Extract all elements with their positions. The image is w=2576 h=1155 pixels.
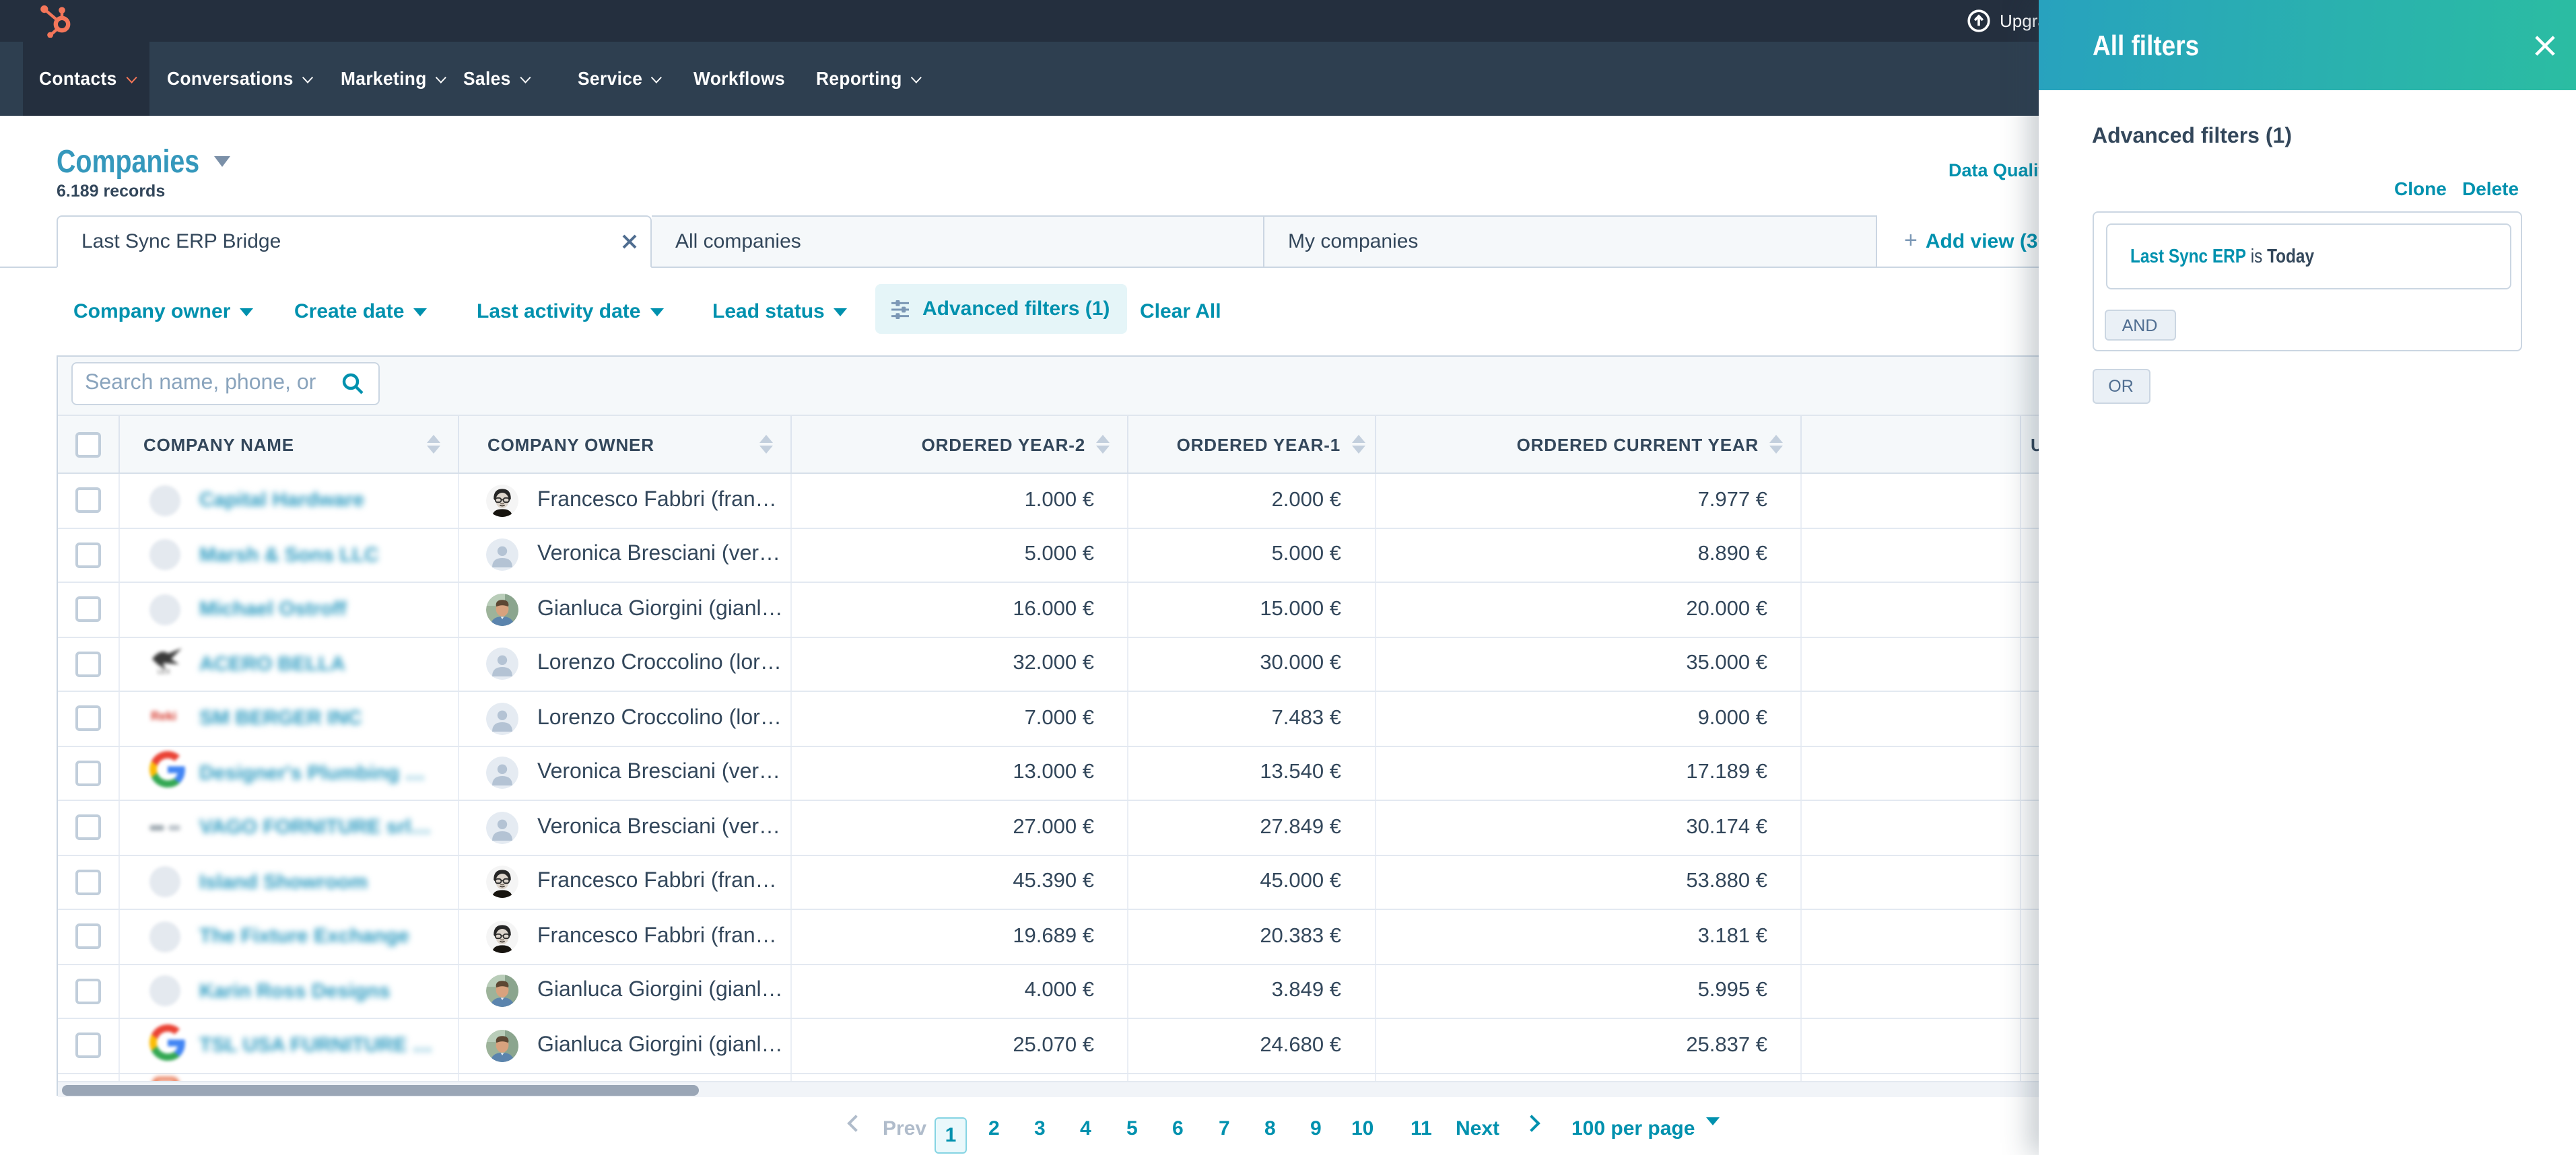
svg-text:LEX: LEX [158, 669, 170, 676]
svg-text:Reki: Reki [151, 709, 176, 723]
